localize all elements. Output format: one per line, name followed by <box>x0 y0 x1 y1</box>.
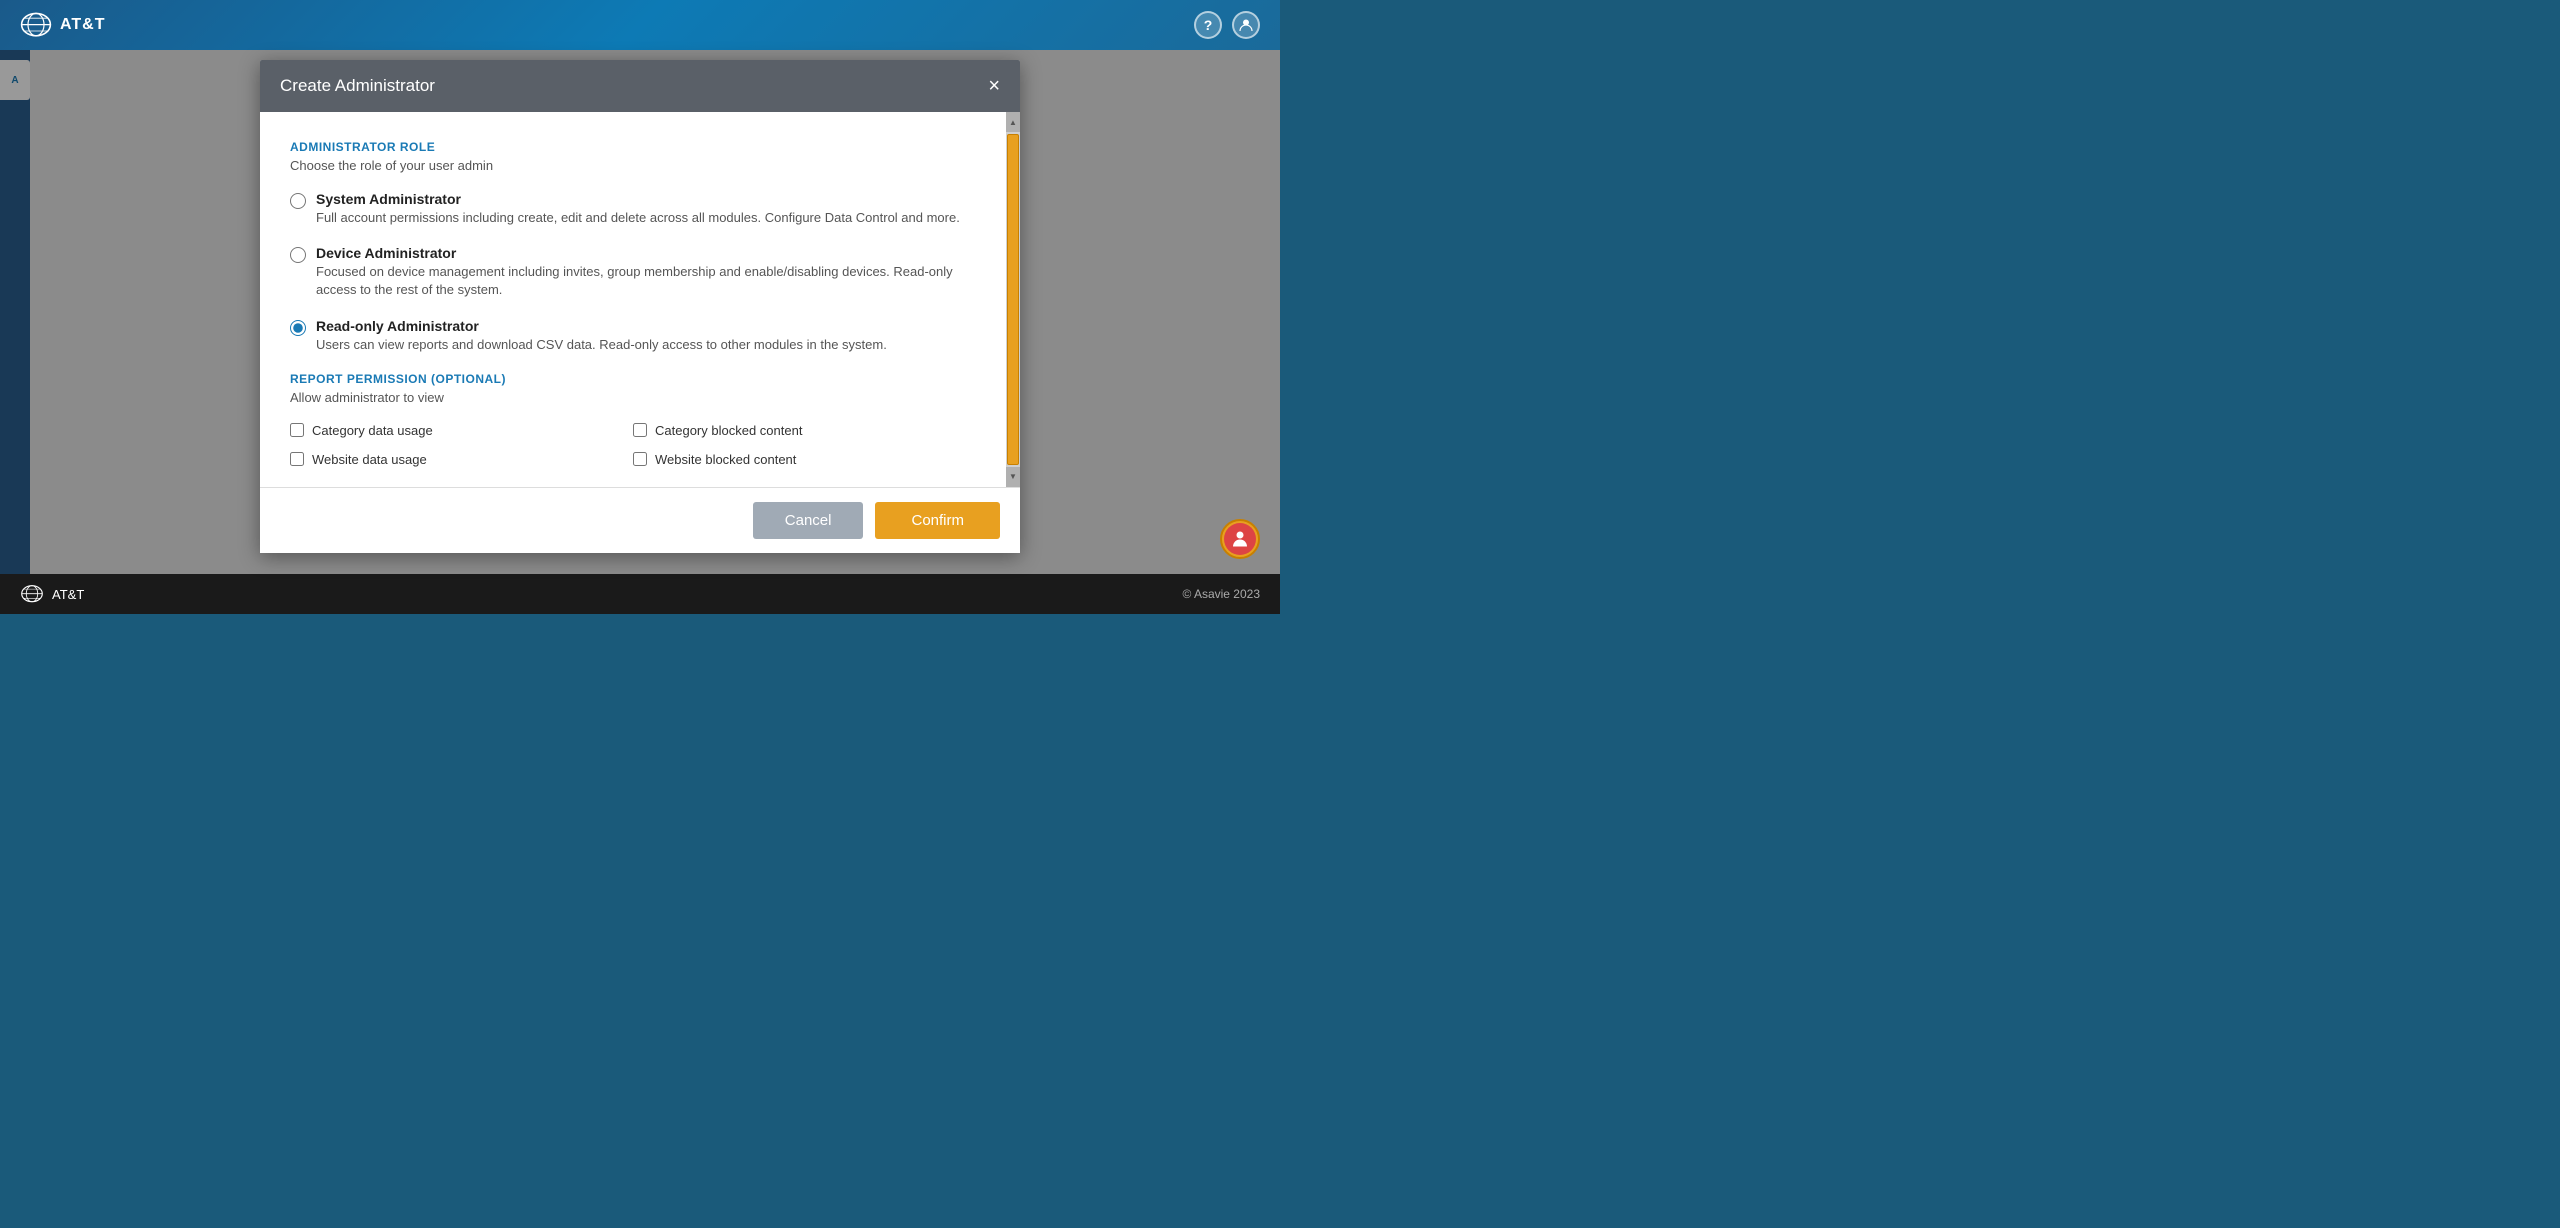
website-data-usage-option: Website data usage <box>290 452 633 467</box>
device-admin-title: Device Administrator <box>316 245 976 261</box>
bottom-logo-area: AT&T <box>20 584 84 604</box>
readonly-admin-option: Read-only Administrator Users can view r… <box>290 318 976 354</box>
device-admin-desc: Focused on device management including i… <box>316 263 976 299</box>
device-admin-radio[interactable] <box>290 247 306 263</box>
brand-name: AT&T <box>60 16 105 34</box>
website-blocked-content-label[interactable]: Website blocked content <box>655 452 796 467</box>
modal-footer: Cancel Confirm <box>260 487 1020 553</box>
help-button[interactable]: ? <box>1194 11 1222 39</box>
report-permission-label: REPORT PERMISSION (OPTIONAL) <box>290 372 976 386</box>
top-navigation-bar: AT&T ? <box>0 0 1280 50</box>
website-data-usage-checkbox[interactable] <box>290 452 304 466</box>
admin-role-label: ADMINISTRATOR ROLE <box>290 140 976 154</box>
system-admin-title: System Administrator <box>316 191 960 207</box>
readonly-admin-title: Read-only Administrator <box>316 318 887 334</box>
scrollbar-track: ▲ ▼ <box>1006 112 1020 487</box>
checkbox-grid: Category data usage Category blocked con… <box>290 423 976 467</box>
copyright-text: © Asavie 2023 <box>1182 587 1260 601</box>
category-blocked-content-label[interactable]: Category blocked content <box>655 423 802 438</box>
readonly-admin-label[interactable]: Read-only Administrator Users can view r… <box>316 318 887 354</box>
website-blocked-content-checkbox[interactable] <box>633 452 647 466</box>
bottom-att-logo-icon <box>20 584 44 604</box>
category-blocked-content-checkbox[interactable] <box>633 423 647 437</box>
bottom-brand-name: AT&T <box>52 587 84 602</box>
top-bar-actions: ? <box>1194 11 1260 39</box>
category-data-usage-checkbox[interactable] <box>290 423 304 437</box>
category-blocked-content-option: Category blocked content <box>633 423 976 438</box>
website-blocked-content-option: Website blocked content <box>633 452 976 467</box>
confirm-button[interactable]: Confirm <box>875 502 1000 539</box>
system-admin-radio[interactable] <box>290 193 306 209</box>
cancel-button[interactable]: Cancel <box>753 502 864 539</box>
system-admin-label[interactable]: System Administrator Full account permis… <box>316 191 960 227</box>
modal-body: ADMINISTRATOR ROLE Choose the role of yo… <box>260 112 1006 487</box>
fab-icon <box>1224 523 1256 555</box>
category-data-usage-label[interactable]: Category data usage <box>312 423 433 438</box>
device-admin-option: Device Administrator Focused on device m… <box>290 245 976 299</box>
readonly-admin-desc: Users can view reports and download CSV … <box>316 336 887 354</box>
device-admin-label[interactable]: Device Administrator Focused on device m… <box>316 245 976 299</box>
modal-header: Create Administrator × <box>260 60 1020 112</box>
report-permission-subtitle: Allow administrator to view <box>290 390 976 405</box>
scroll-up-arrow[interactable]: ▲ <box>1006 112 1020 132</box>
modal-body-wrapper: ADMINISTRATOR ROLE Choose the role of yo… <box>260 112 1020 487</box>
scrollbar-thumb[interactable] <box>1007 134 1019 465</box>
att-logo-icon <box>20 9 52 41</box>
user-button[interactable] <box>1232 11 1260 39</box>
scroll-down-arrow[interactable]: ▼ <box>1006 467 1020 487</box>
system-admin-option: System Administrator Full account permis… <box>290 191 976 227</box>
modal-overlay: Create Administrator × ADMINISTRATOR ROL… <box>0 50 1280 574</box>
category-data-usage-option: Category data usage <box>290 423 633 438</box>
logo-area: AT&T <box>20 9 105 41</box>
system-admin-desc: Full account permissions including creat… <box>316 209 960 227</box>
website-data-usage-label[interactable]: Website data usage <box>312 452 427 467</box>
floating-action-button[interactable] <box>1220 519 1260 559</box>
modal-close-button[interactable]: × <box>988 76 1000 96</box>
modal-title: Create Administrator <box>280 76 435 96</box>
create-administrator-modal: Create Administrator × ADMINISTRATOR ROL… <box>260 60 1020 553</box>
admin-role-subtitle: Choose the role of your user admin <box>290 158 976 173</box>
bottom-bar: AT&T © Asavie 2023 <box>0 574 1280 614</box>
readonly-admin-radio[interactable] <box>290 320 306 336</box>
